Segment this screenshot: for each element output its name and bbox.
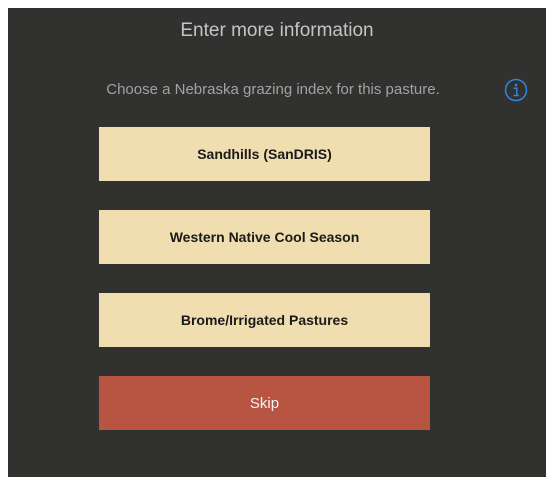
sandhills-option-button[interactable]: Sandhills (SanDRIS) [99, 127, 430, 181]
dialog-title: Enter more information [180, 20, 374, 41]
info-button[interactable] [504, 78, 528, 102]
grazing-index-dialog: ▪▪▪ ▪▪ Enter more information Choose a N… [8, 8, 546, 477]
info-circle-icon [504, 78, 528, 102]
brome-irrigated-pastures-option-button[interactable]: Brome/Irrigated Pastures [99, 293, 430, 347]
grazing-index-prompt: Choose a Nebraska grazing index for this… [106, 81, 440, 98]
western-native-cool-season-option-button[interactable]: Western Native Cool Season [99, 210, 430, 264]
status-bar-clipped: ▪▪▪ ▪▪ [8, 8, 546, 12]
skip-button[interactable]: Skip [99, 376, 430, 430]
